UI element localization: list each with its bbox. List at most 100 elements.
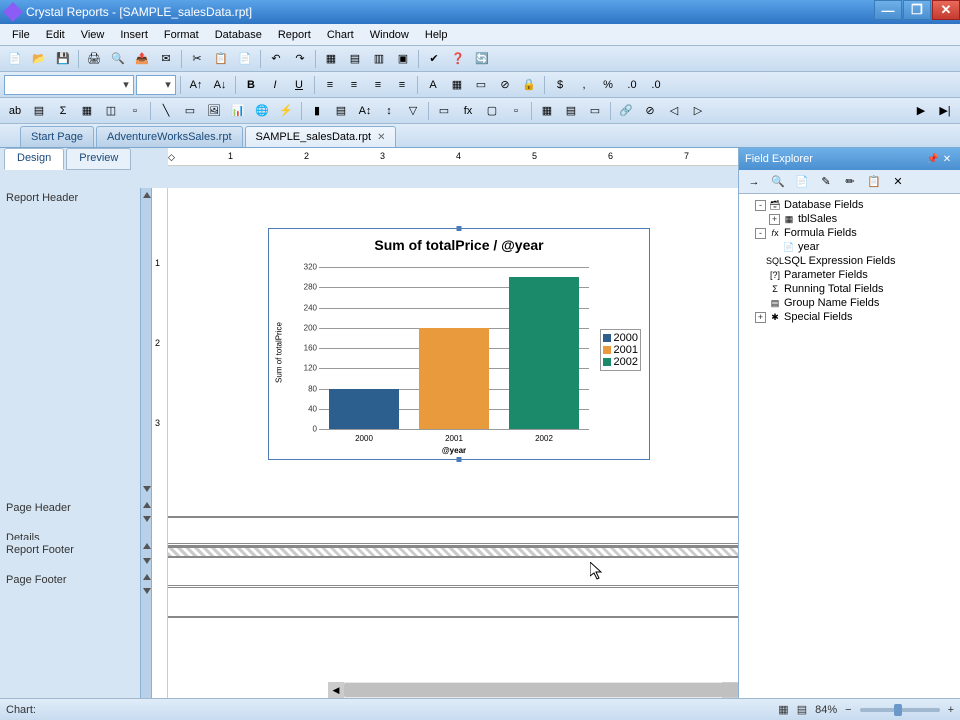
borders-icon[interactable]: ▦ xyxy=(446,74,468,96)
design-tab[interactable]: Design xyxy=(4,148,64,170)
paste-icon[interactable]: 📄 xyxy=(234,48,256,70)
menu-database[interactable]: Database xyxy=(207,26,270,44)
stop-icon[interactable]: ⊘ xyxy=(639,100,661,122)
tree-item-database-fields[interactable]: -🗃Database Fields xyxy=(741,198,958,212)
select-expert-icon[interactable]: ▽ xyxy=(402,100,424,122)
insert-special-field-icon[interactable]: ▮ xyxy=(306,100,328,122)
nav-last-icon[interactable]: ▶| xyxy=(934,100,956,122)
close-panel-icon[interactable]: ✕ xyxy=(940,154,954,165)
tab-sample-salesdata[interactable]: SAMPLE_salesData.rpt✕ xyxy=(245,126,397,147)
align-left-icon[interactable]: ≡ xyxy=(319,74,341,96)
thousands-icon[interactable]: , xyxy=(573,74,595,96)
menu-edit[interactable]: Edit xyxy=(38,26,73,44)
design-canvas[interactable]: Sum of totalPrice / @year Sum of totalPr… xyxy=(168,188,738,698)
tree-item-year[interactable]: 📄year xyxy=(741,240,958,254)
insert-map-icon[interactable]: 🌐 xyxy=(251,100,273,122)
decrease-decimal-icon[interactable]: .0 xyxy=(645,74,667,96)
arrow-left-icon[interactable]: ◁ xyxy=(663,100,685,122)
collapse-icon[interactable]: - xyxy=(755,200,766,211)
cut-icon[interactable]: ✂ xyxy=(186,48,208,70)
section-expert-icon[interactable]: ▤ xyxy=(330,100,352,122)
italic-icon[interactable]: I xyxy=(264,74,286,96)
refresh-icon[interactable]: 🔄 xyxy=(471,48,493,70)
insert-olap-icon[interactable]: ◫ xyxy=(100,100,122,122)
align-right-icon[interactable]: ≡ xyxy=(367,74,389,96)
layout-icon[interactable]: ▦ xyxy=(778,703,788,716)
print-preview-icon[interactable]: 🔍 xyxy=(107,48,129,70)
insert-picture-icon[interactable]: 🖼 xyxy=(203,100,225,122)
tab-close-icon[interactable]: ✕ xyxy=(377,132,385,143)
bold-icon[interactable]: B xyxy=(240,74,262,96)
tree-item-special-fields[interactable]: +✱Special Fields xyxy=(741,310,958,324)
zoom-slider[interactable] xyxy=(860,708,940,712)
mail-icon[interactable]: ✉ xyxy=(155,48,177,70)
check-icon[interactable]: ✔ xyxy=(423,48,445,70)
tree-item-formula-fields[interactable]: -𝑓xFormula Fields xyxy=(741,226,958,240)
menu-help[interactable]: Help xyxy=(417,26,456,44)
insert-crosstab-icon[interactable]: ▦ xyxy=(76,100,98,122)
insert-flash-icon[interactable]: ⚡ xyxy=(275,100,297,122)
expand-icon[interactable]: + xyxy=(755,312,766,323)
restore-button[interactable]: ❐ xyxy=(903,0,931,20)
menu-format[interactable]: Format xyxy=(156,26,207,44)
minimize-button[interactable]: — xyxy=(874,0,902,20)
collapse-icon[interactable]: - xyxy=(755,228,766,239)
layout-mode-icon[interactable]: ▤ xyxy=(797,703,807,716)
font-color-icon[interactable]: A xyxy=(422,74,444,96)
help-icon[interactable]: ❓ xyxy=(447,48,469,70)
variable-icon[interactable]: ▫ xyxy=(505,100,527,122)
insert-line-icon[interactable]: ╲ xyxy=(155,100,177,122)
align-center-icon[interactable]: ≡ xyxy=(343,74,365,96)
export-icon[interactable]: 📤 xyxy=(131,48,153,70)
print-icon[interactable]: 🖨 xyxy=(83,48,105,70)
sort-groups-icon[interactable]: ↕ xyxy=(378,100,400,122)
chart-object[interactable]: Sum of totalPrice / @year Sum of totalPr… xyxy=(268,228,650,460)
insert-group-icon[interactable]: ▤ xyxy=(28,100,50,122)
check-dep-icon[interactable]: 🔗 xyxy=(615,100,637,122)
section-page-header[interactable]: Page Header xyxy=(0,498,140,528)
align-justify-icon[interactable]: ≡ xyxy=(391,74,413,96)
field-explorer-icon[interactable]: ▤ xyxy=(344,48,366,70)
currency-icon[interactable]: $ xyxy=(549,74,571,96)
menu-insert[interactable]: Insert xyxy=(112,26,156,44)
zoom-in-icon[interactable]: + xyxy=(948,704,954,716)
insert-summary-icon[interactable]: Σ xyxy=(52,100,74,122)
edit-field-icon[interactable]: ✎ xyxy=(815,171,837,193)
outside-borders-icon[interactable]: ▭ xyxy=(470,74,492,96)
redo-icon[interactable]: ↷ xyxy=(289,48,311,70)
field-tree[interactable]: -🗃Database Fields+▦tblSales-𝑓xFormula Fi… xyxy=(739,194,960,698)
menu-view[interactable]: View xyxy=(73,26,113,44)
save-icon[interactable]: 💾 xyxy=(52,48,74,70)
toggle-group-icon[interactable]: ▦ xyxy=(320,48,342,70)
insert-chart-icon[interactable]: 📊 xyxy=(227,100,249,122)
menu-file[interactable]: File xyxy=(4,26,38,44)
font-size-combo[interactable]: ▾ xyxy=(136,75,176,95)
underline-icon[interactable]: U xyxy=(288,74,310,96)
zoom-out-icon[interactable]: − xyxy=(845,704,851,716)
formula-workshop-icon[interactable]: fx xyxy=(457,100,479,122)
browse-icon[interactable]: 🔍 xyxy=(767,171,789,193)
tree-item-sql-expression-fields[interactable]: SQLSQL Expression Fields xyxy=(741,254,958,268)
chart-expert-icon[interactable]: ▭ xyxy=(433,100,455,122)
report-explorer-icon[interactable]: ▥ xyxy=(368,48,390,70)
report-options-icon[interactable]: ▤ xyxy=(560,100,582,122)
new-field-icon[interactable]: 📄 xyxy=(791,171,813,193)
page-setup-icon[interactable]: ▭ xyxy=(584,100,606,122)
menu-report[interactable]: Report xyxy=(270,26,319,44)
nav-next-icon[interactable]: ▶ xyxy=(910,100,932,122)
tree-item-group-name-fields[interactable]: ▤Group Name Fields xyxy=(741,296,958,310)
menu-window[interactable]: Window xyxy=(362,26,417,44)
sort-icon[interactable]: A↕ xyxy=(354,100,376,122)
section-report-header[interactable]: Report Header xyxy=(0,188,140,498)
tab-start-page[interactable]: Start Page xyxy=(20,126,94,147)
duplicate-field-icon[interactable]: 📋 xyxy=(863,171,885,193)
field-explorer-header[interactable]: Field Explorer 📌 ✕ xyxy=(739,148,960,170)
insert-box-icon[interactable]: ▭ xyxy=(179,100,201,122)
section-details[interactable]: Details xyxy=(0,528,140,540)
percent-icon[interactable]: % xyxy=(597,74,619,96)
menu-chart[interactable]: Chart xyxy=(319,26,362,44)
undo-icon[interactable]: ↶ xyxy=(265,48,287,70)
horizontal-scrollbar[interactable]: ◀ ▶ xyxy=(328,682,738,698)
template-expert-icon[interactable]: ▢ xyxy=(481,100,503,122)
new-icon[interactable]: 📄 xyxy=(4,48,26,70)
